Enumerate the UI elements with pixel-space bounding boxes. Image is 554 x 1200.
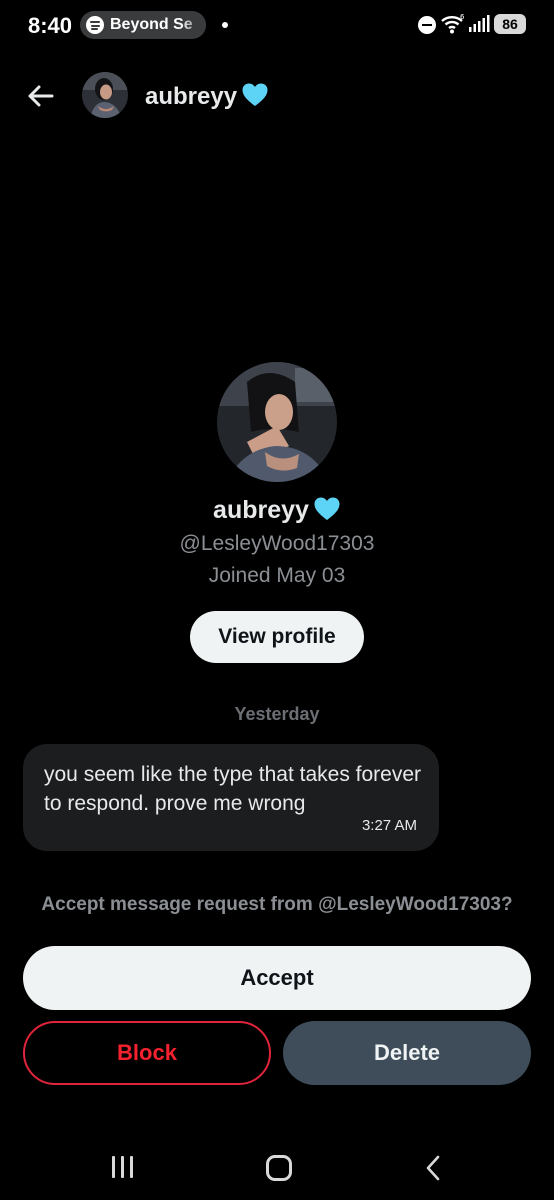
profile-joined-date: Joined May 03 [208,564,346,587]
status-bar: 8:40 Beyond Se 6 86 [0,0,554,52]
date-divider: Yesterday [234,704,320,724]
chevron-left-icon [426,1155,440,1181]
system-nav-bar [0,1136,554,1200]
status-time: 8:40 [28,13,73,38]
message-request-prompt: Accept message request from @LesleyWood1… [41,894,513,915]
light-blue-heart-icon [314,497,340,520]
signal-icon [469,15,490,32]
message-timestamp: 3:27 AM [361,817,417,834]
wifi-icon: 6 [441,13,465,34]
light-blue-heart-icon [242,83,268,106]
spotify-icon [86,16,104,34]
recents-button[interactable] [108,1154,138,1182]
delete-button[interactable]: Delete [283,1021,531,1085]
svg-text:6: 6 [460,13,465,21]
back-button[interactable] [22,76,62,116]
profile-avatar[interactable] [217,362,337,482]
notification-dot [222,22,228,28]
battery-level: 86 [502,16,518,32]
message-bubble[interactable]: you seem like the type that takes foreve… [23,744,439,851]
home-button[interactable] [266,1155,292,1181]
profile-name: aubreyy [0,496,554,525]
block-button[interactable]: Block [23,1021,271,1085]
dnd-icon [418,16,436,34]
avatar[interactable] [82,72,128,118]
header-name[interactable]: aubreyy [145,82,269,111]
conversation-header: aubreyy [0,62,554,128]
profile-handle: @LesleyWood17303 [179,532,375,555]
message-text: you seem like the type that takes foreve… [44,763,422,815]
accept-button[interactable]: Accept [23,946,531,1010]
battery-icon: 86 [494,14,526,34]
arrow-left-icon [28,85,54,107]
view-profile-button[interactable]: View profile [190,611,364,663]
system-back-button[interactable] [420,1153,446,1188]
media-notification-pill[interactable]: Beyond Se [80,11,206,39]
